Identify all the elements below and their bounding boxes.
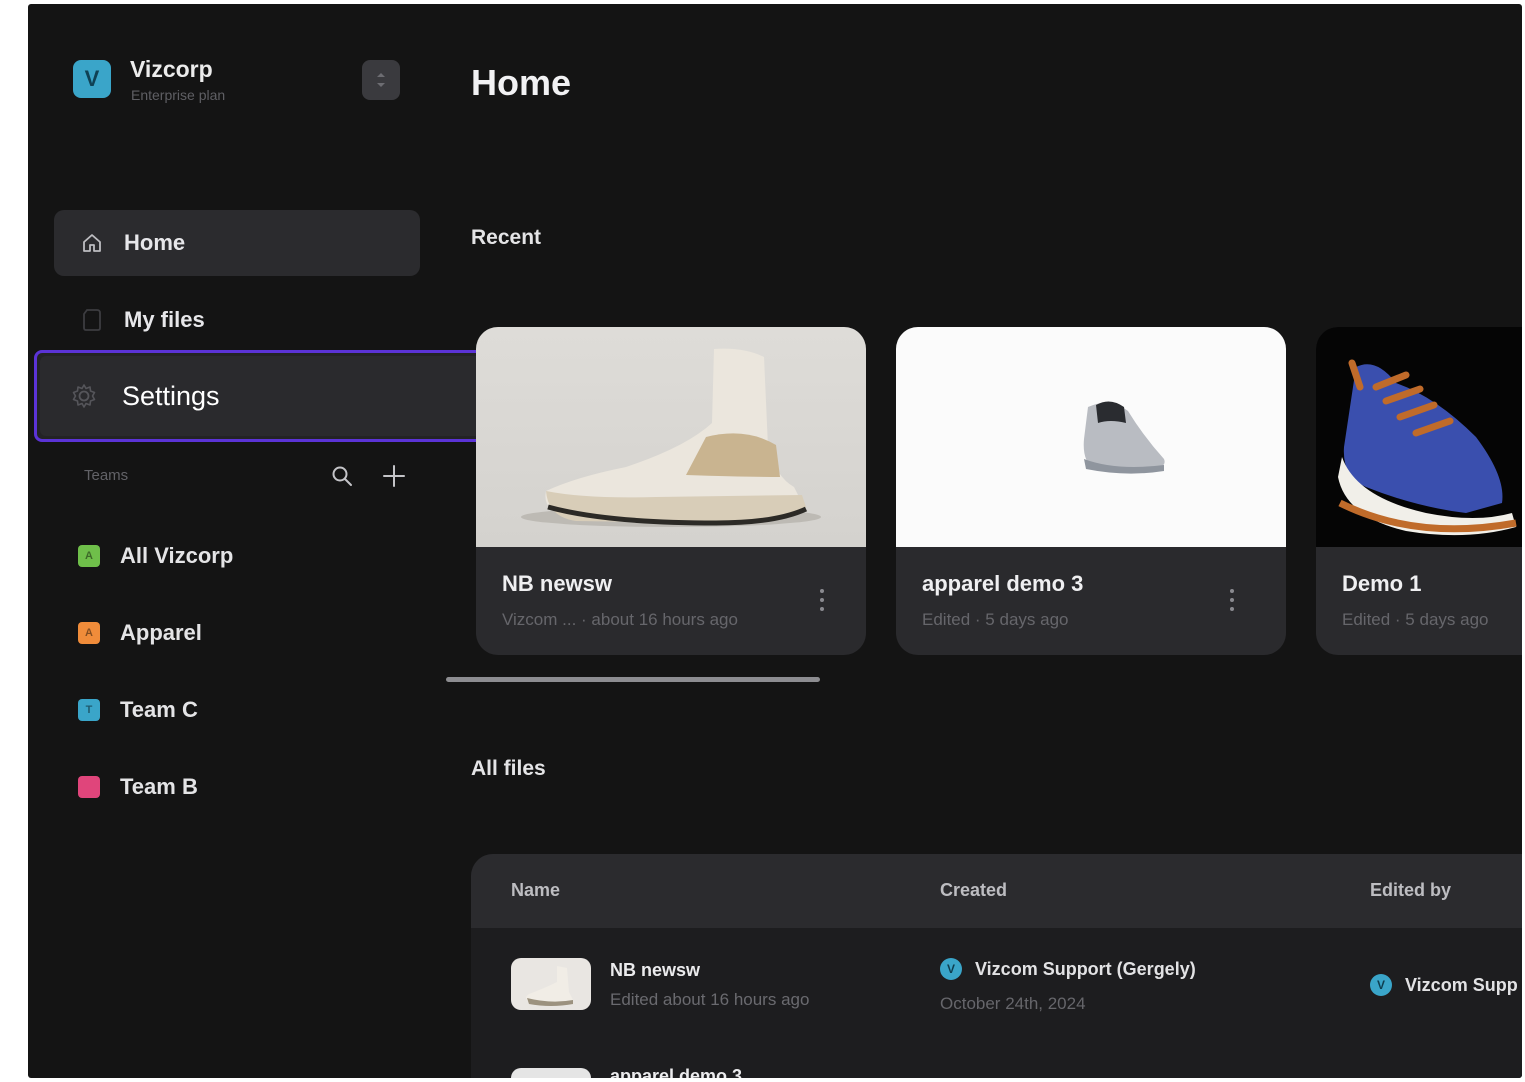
plus-icon[interactable] — [380, 462, 408, 490]
team-avatar: A — [78, 545, 100, 567]
org-logo-initial: V — [84, 66, 100, 91]
recent-file-card[interactable]: NB newsw Vizcom ... · about 16 hours ago — [476, 327, 866, 655]
created-by-name: Vizcom Support (Gergely) — [975, 958, 1196, 979]
team-avatar: A — [78, 622, 100, 644]
nav-home-label: Home — [124, 230, 186, 255]
recent-file-card[interactable]: apparel demo 3 Edited · 5 days ago — [896, 327, 1286, 655]
org-plan: Enterprise plan — [131, 87, 226, 103]
team-c[interactable]: T Team C — [78, 695, 198, 725]
org-switcher-button[interactable] — [362, 60, 400, 100]
team-avatar: T — [78, 699, 100, 721]
team-all-vizcorp[interactable]: A All Vizcorp — [78, 541, 233, 571]
home-icon — [83, 234, 101, 252]
nav-my-files-label: My files — [124, 307, 205, 332]
column-header-edited-by[interactable]: Edited by — [1370, 880, 1451, 901]
file-thumbnail — [896, 327, 1286, 547]
file-name: apparel demo 3 — [610, 1066, 743, 1078]
created-date: October 24th, 2024 — [940, 994, 1086, 1013]
files-table: Name Created Edited by NB newsw Edited a… — [471, 854, 1522, 1078]
sneaker-image — [526, 966, 573, 1006]
file-edited-time: Edited about 16 hours ago — [610, 990, 810, 1009]
team-name: Team B — [120, 774, 198, 799]
app-window: V Vizcorp Enterprise plan Home My files … — [28, 4, 1522, 1078]
nav-settings[interactable]: Settings — [40, 356, 482, 436]
nav-home[interactable]: Home — [54, 210, 420, 276]
org-name: Vizcorp — [130, 56, 213, 82]
user-avatar: V — [1370, 974, 1392, 996]
search-icon[interactable] — [330, 464, 354, 488]
card-title: apparel demo 3 — [922, 571, 1084, 596]
recent-scrollbar[interactable] — [446, 677, 820, 682]
chevron-down-icon — [377, 83, 385, 87]
file-thumbnail — [1316, 327, 1522, 547]
team-avatar — [78, 776, 100, 798]
team-apparel[interactable]: A Apparel — [78, 618, 202, 648]
edited-by: V Vizcom Supp — [1370, 974, 1518, 996]
file-thumbnail — [476, 327, 866, 547]
column-header-created[interactable]: Created — [940, 880, 1007, 901]
sneaker-image — [1338, 359, 1517, 536]
file-thumbnail — [511, 1068, 591, 1078]
column-header-name[interactable]: Name — [511, 880, 560, 901]
nav-settings-label: Settings — [122, 380, 220, 411]
team-name: All Vizcorp — [120, 543, 234, 568]
file-thumbnail — [511, 958, 591, 1010]
more-options-icon[interactable] — [812, 585, 832, 615]
nav-my-files[interactable]: My files — [54, 287, 420, 353]
chevron-up-icon — [377, 73, 385, 77]
team-name: Apparel — [120, 620, 202, 645]
page-title: Home — [471, 62, 572, 103]
gear-icon — [72, 384, 96, 408]
more-options-icon[interactable] — [1222, 585, 1242, 615]
created-by: V Vizcom Support (Gergely) — [940, 958, 1196, 980]
sneaker-image — [521, 348, 821, 527]
file-icon — [83, 309, 101, 331]
table-header: Name Created Edited by — [471, 854, 1522, 928]
card-title: Demo 1 — [1342, 571, 1422, 596]
user-avatar: V — [940, 958, 962, 980]
teams-section-label: Teams — [84, 467, 129, 484]
recent-file-card[interactable]: Demo 1 Edited · 5 days ago — [1316, 327, 1522, 655]
team-b[interactable]: Team B — [78, 772, 198, 802]
edited-by-name: Vizcom Supp — [1405, 974, 1518, 995]
sneaker-image — [1083, 401, 1165, 474]
card-meta: Edited · 5 days ago — [1342, 610, 1489, 629]
recent-section-title: Recent — [471, 226, 542, 249]
org-logo: V — [73, 60, 111, 98]
card-title: NB newsw — [502, 571, 613, 596]
file-name: NB newsw — [610, 960, 701, 980]
all-files-section-title: All files — [471, 757, 546, 780]
team-name: Team C — [120, 697, 198, 722]
card-meta: Edited · 5 days ago — [922, 610, 1069, 629]
card-meta: Vizcom ... · about 16 hours ago — [502, 610, 738, 629]
